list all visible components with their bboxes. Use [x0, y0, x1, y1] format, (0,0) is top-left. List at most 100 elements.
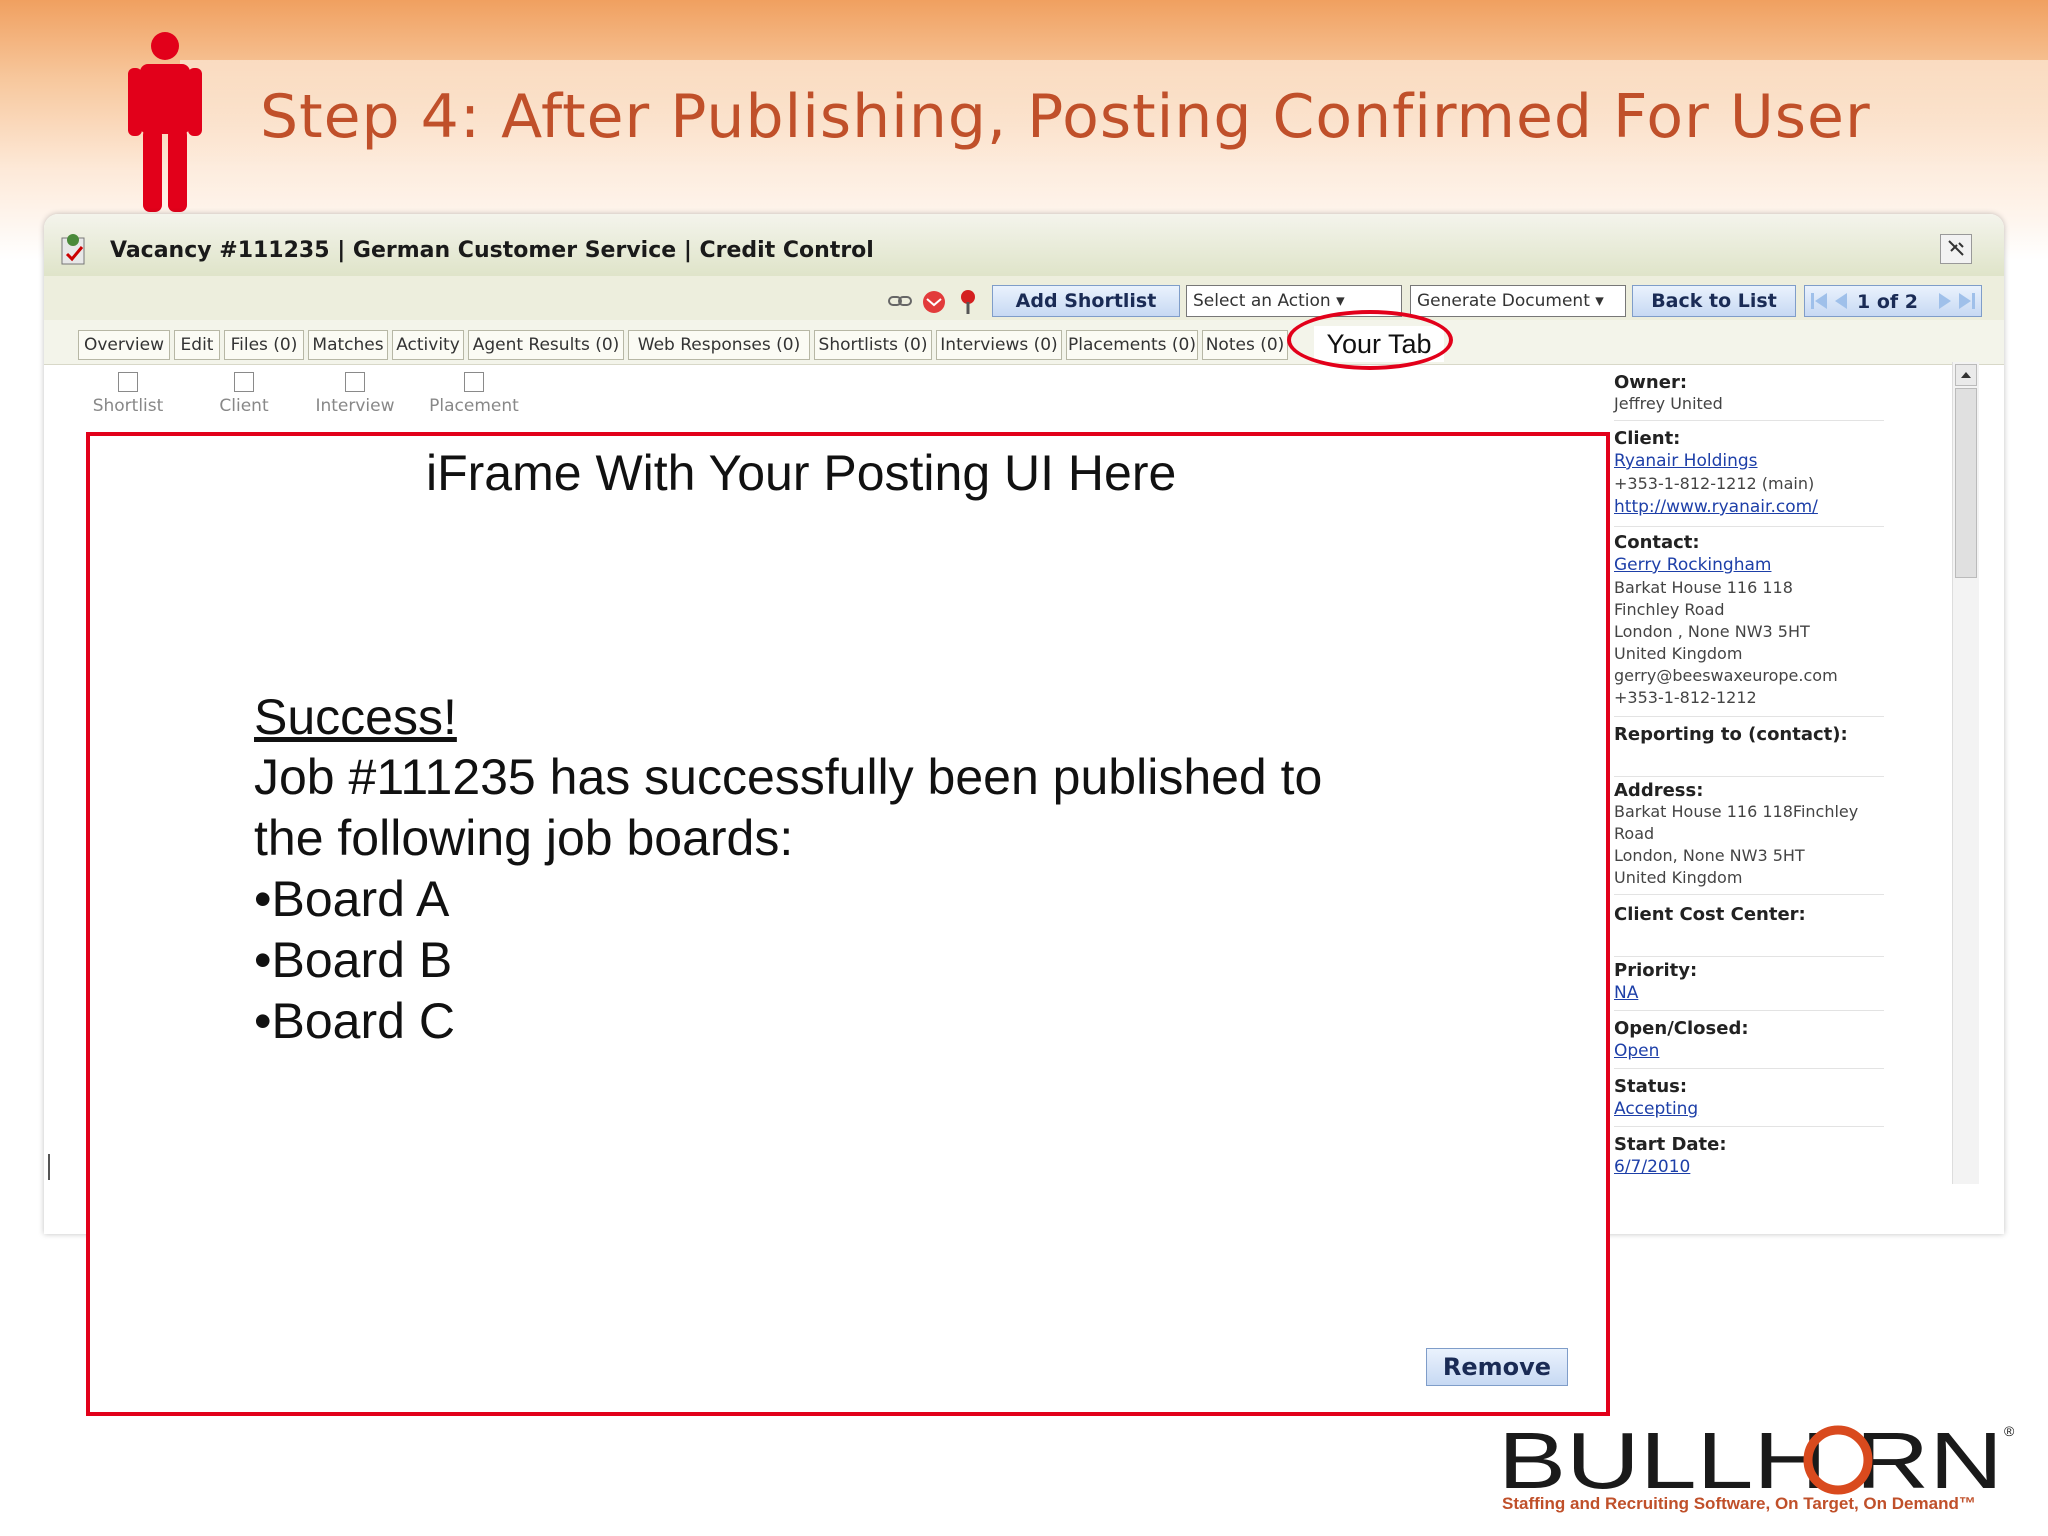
owner-label: Owner:: [1614, 372, 1688, 393]
client-url-link[interactable]: http://www.ryanair.com/: [1614, 495, 1884, 519]
client-phone: +353-1-812-1212 (main): [1614, 474, 1815, 493]
contact-line: London , None NW3 5HT: [1614, 622, 1810, 641]
contact-line: Finchley Road: [1614, 600, 1725, 619]
priority-value-link[interactable]: NA: [1614, 981, 1884, 1005]
map-pin-icon[interactable]: [954, 288, 982, 314]
tab-shortlists[interactable]: Shortlists (0): [814, 330, 932, 360]
scroll-thumb[interactable]: [1955, 388, 1977, 578]
person-icon: [128, 32, 202, 212]
contact-line: United Kingdom: [1614, 644, 1743, 663]
address-line: Road: [1614, 824, 1655, 843]
remove-button[interactable]: Remove: [1426, 1348, 1568, 1386]
status-value-link[interactable]: Accepting: [1614, 1097, 1884, 1121]
shortlist-checkbox-label: Shortlist: [92, 396, 164, 416]
placement-checkbox-group: Placement: [424, 372, 524, 416]
owner-field: Owner: Jeffrey United: [1614, 372, 1884, 421]
client-checkbox-group: Client: [204, 372, 284, 416]
client-checkbox-label: Client: [219, 396, 269, 416]
placement-checkbox-label: Placement: [429, 396, 519, 416]
reporting-field: Reporting to (contact):: [1614, 724, 1884, 777]
status-label: Status:: [1614, 1076, 1688, 1097]
tab-overview[interactable]: Overview: [78, 330, 170, 360]
slide-title: Step 4: After Publishing, Posting Confir…: [260, 82, 1871, 152]
client-label: Client:: [1614, 428, 1681, 449]
vacancy-icon: [61, 234, 85, 265]
divider-mark: [48, 1154, 50, 1180]
status-field: Status: Accepting: [1614, 1076, 1884, 1127]
tab-notes[interactable]: Notes (0): [1202, 330, 1288, 360]
svg-text:BULLH RN: BULLH RN: [1498, 1418, 2003, 1500]
your-tab-highlight-ellipse: [1287, 310, 1453, 370]
pager-text: 1 of 2: [1857, 291, 1918, 313]
contact-name-link[interactable]: Gerry Rockingham: [1614, 553, 1884, 577]
tab-edit[interactable]: Edit: [174, 330, 220, 360]
svg-text:®: ®: [2004, 1423, 2015, 1439]
address-label: Address:: [1614, 780, 1704, 801]
contact-line: +353-1-812-1212: [1614, 688, 1757, 707]
reporting-label: Reporting to (contact):: [1614, 724, 1848, 745]
sidebar-scrollbar[interactable]: [1952, 362, 1979, 1184]
tab-matches[interactable]: Matches: [308, 330, 388, 360]
priority-field: Priority: NA: [1614, 960, 1884, 1011]
posting-iframe: iFrame With Your Posting UI Here Success…: [86, 432, 1610, 1416]
job-board-item: •Board C: [254, 993, 455, 1049]
vacancy-title: Vacancy #111235 | German Customer Servic…: [110, 238, 874, 263]
contact-field: Contact: Gerry Rockingham Barkat House 1…: [1614, 532, 1884, 717]
tab-agent-results[interactable]: Agent Results (0): [468, 330, 624, 360]
toolbar: Add Shortlist Select an Action ▾ Generat…: [44, 276, 2004, 320]
open-closed-label: Open/Closed:: [1614, 1018, 1749, 1039]
client-checkbox[interactable]: [234, 372, 254, 392]
open-closed-field: Open/Closed: Open: [1614, 1018, 1884, 1069]
client-field: Client: Ryanair Holdings +353-1-812-1212…: [1614, 428, 1884, 527]
email-icon[interactable]: [920, 288, 948, 314]
client-name-link[interactable]: Ryanair Holdings: [1614, 449, 1884, 473]
contact-label: Contact:: [1614, 532, 1700, 553]
start-date-field: Start Date: 6/7/2010: [1614, 1134, 1884, 1184]
previous-page-icon[interactable]: [1831, 290, 1851, 312]
tab-interviews[interactable]: Interviews (0): [936, 330, 1062, 360]
start-date-label: Start Date:: [1614, 1134, 1727, 1155]
tab-placements[interactable]: Placements (0): [1066, 330, 1198, 360]
start-date-value-link[interactable]: 6/7/2010: [1614, 1155, 1884, 1179]
tab-activity[interactable]: Activity: [392, 330, 464, 360]
success-message-line: Job #111235 has successfully been publis…: [254, 749, 1323, 805]
address-line: Barkat House 116 118Finchley: [1614, 802, 1859, 821]
tab-bar: Overview Edit Files (0) Matches Activity…: [44, 320, 2004, 365]
contact-line: gerry@beeswaxeurope.com: [1614, 666, 1838, 685]
tab-files[interactable]: Files (0): [224, 330, 304, 360]
bullhorn-logo: BULLH RN ®: [1498, 1418, 2015, 1500]
next-page-icon[interactable]: [1935, 290, 1955, 312]
priority-label: Priority:: [1614, 960, 1698, 981]
interview-checkbox-label: Interview: [315, 396, 395, 416]
shortlist-checkbox-group: Shortlist: [88, 372, 168, 416]
scroll-up-icon[interactable]: [1955, 364, 1977, 386]
interview-checkbox[interactable]: [345, 372, 365, 392]
contact-line: Barkat House 116 118: [1614, 578, 1793, 597]
address-line: United Kingdom: [1614, 868, 1743, 887]
tab-web-responses[interactable]: Web Responses (0): [628, 330, 810, 360]
interview-checkbox-group: Interview: [310, 372, 400, 416]
iframe-title: iFrame With Your Posting UI Here: [426, 445, 1177, 501]
shortlist-checkbox[interactable]: [118, 372, 138, 392]
job-board-item: •Board A: [254, 871, 450, 927]
job-board-item: •Board B: [254, 932, 453, 988]
success-message-line: the following job boards:: [254, 810, 794, 866]
placement-checkbox[interactable]: [464, 372, 484, 392]
record-pager: 1 of 2: [1804, 285, 1982, 317]
generate-document-dropdown[interactable]: Generate Document ▾: [1410, 285, 1626, 317]
back-to-list-button[interactable]: Back to List: [1632, 285, 1796, 317]
cost-center-label: Client Cost Center:: [1614, 904, 1806, 925]
success-heading: Success!: [254, 689, 457, 745]
address-line: London, None NW3 5HT: [1614, 846, 1805, 865]
last-page-icon[interactable]: [1957, 290, 1977, 312]
first-page-icon[interactable]: [1809, 290, 1829, 312]
popout-button[interactable]: [1940, 234, 1972, 264]
cost-center-field: Client Cost Center:: [1614, 904, 1884, 957]
add-shortlist-button[interactable]: Add Shortlist: [992, 285, 1180, 317]
pin-icon: [1948, 240, 1964, 256]
bullhorn-tagline: Staffing and Recruiting Software, On Tar…: [1502, 1494, 1976, 1513]
open-closed-value-link[interactable]: Open: [1614, 1039, 1884, 1063]
link-icon[interactable]: [886, 288, 914, 314]
owner-value: Jeffrey United: [1614, 394, 1723, 413]
vacancy-header: Vacancy #111235 | German Customer Servic…: [44, 214, 2004, 277]
